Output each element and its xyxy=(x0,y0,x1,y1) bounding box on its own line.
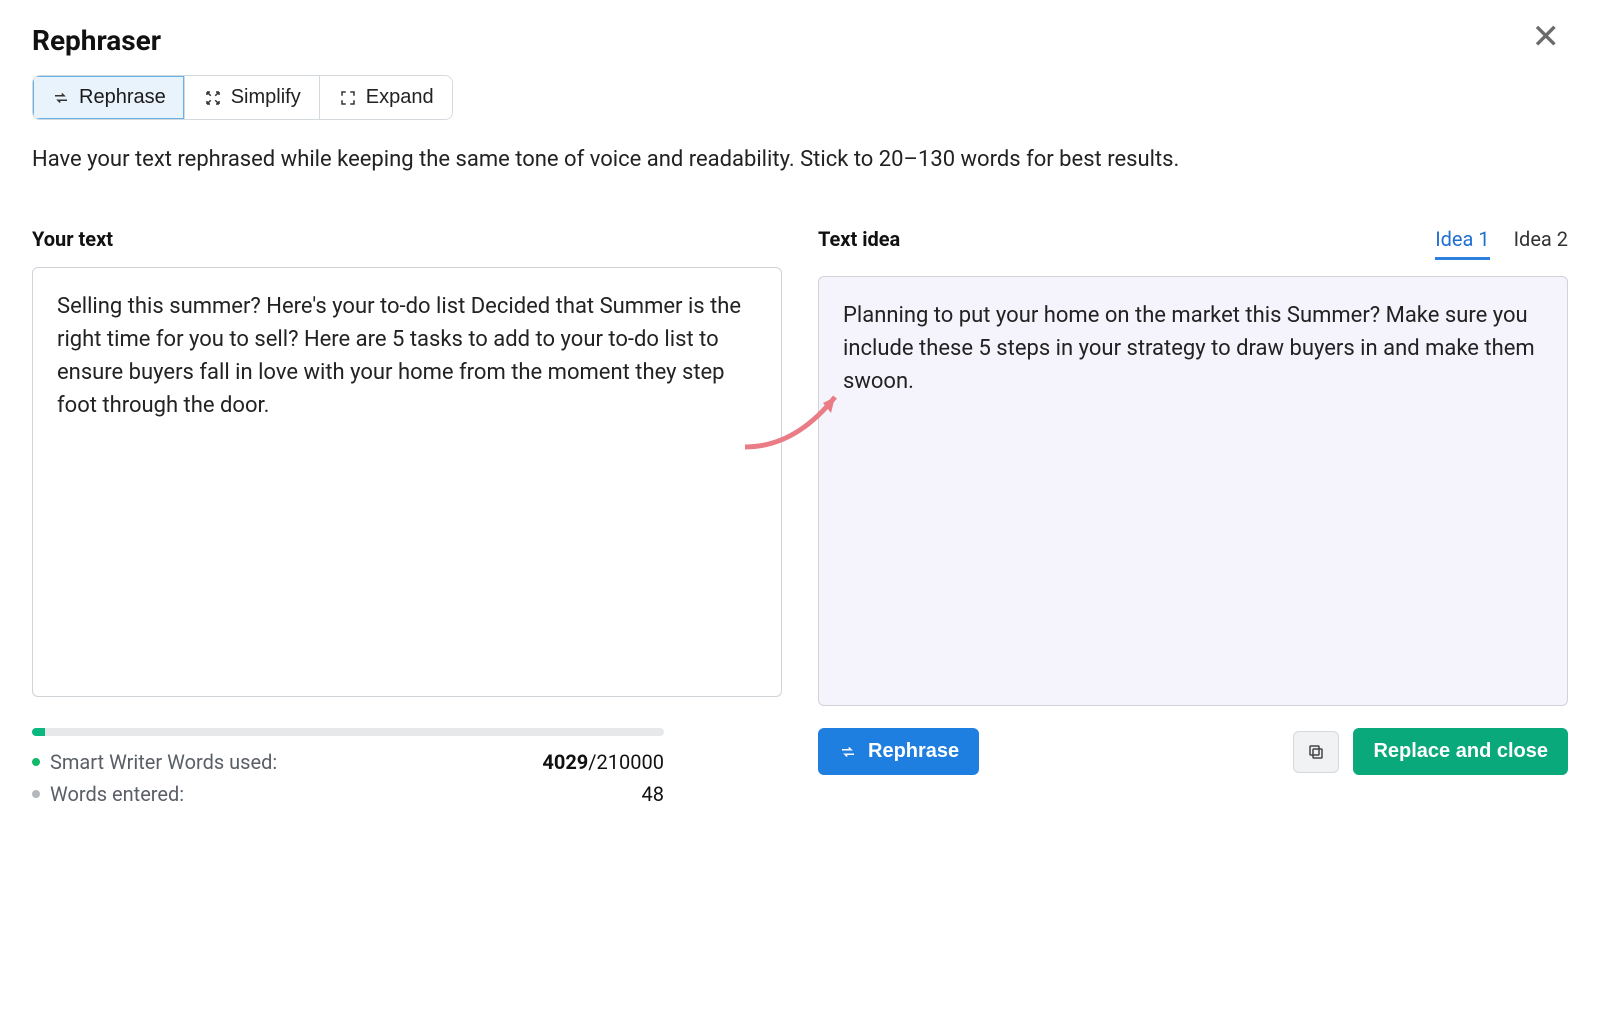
words-entered-value: 48 xyxy=(642,782,664,806)
text-idea-label: Text idea xyxy=(818,227,900,251)
close-icon[interactable]: ✕ xyxy=(1532,20,1561,54)
mode-tabs: Rephrase Simplify Expand xyxy=(32,75,453,120)
copy-button[interactable] xyxy=(1293,731,1339,773)
source-textarea[interactable]: Selling this summer? Here's your to-do l… xyxy=(32,267,782,697)
smart-words-value: 4029/210000 xyxy=(542,750,664,774)
smart-words-label: Smart Writer Words used: xyxy=(50,750,532,774)
expand-icon xyxy=(338,88,358,108)
usage-meters: Smart Writer Words used: 4029/210000 Wor… xyxy=(32,728,782,806)
idea-tabs: Idea 1 Idea 2 xyxy=(1435,227,1568,260)
copy-icon xyxy=(1306,742,1326,762)
button-label: Replace and close xyxy=(1373,740,1548,763)
idea-output: Planning to put your home on the market … xyxy=(818,276,1568,706)
button-label: Rephrase xyxy=(868,740,959,763)
usage-progress xyxy=(32,728,664,736)
description-text: Have your text rephrased while keeping t… xyxy=(32,142,1292,177)
replace-and-close-button[interactable]: Replace and close xyxy=(1353,728,1568,775)
words-entered-label: Words entered: xyxy=(50,782,632,806)
usage-progress-fill xyxy=(32,728,45,736)
page-title: Rephraser xyxy=(32,24,161,57)
idea-tab-1[interactable]: Idea 1 xyxy=(1435,227,1489,260)
tab-label: Simplify xyxy=(231,86,301,109)
rephrase-icon xyxy=(51,88,71,108)
dot-icon xyxy=(32,790,40,798)
rephrase-icon xyxy=(838,742,858,762)
tab-label: Expand xyxy=(366,86,434,109)
tab-label: Rephrase xyxy=(79,86,166,109)
rephrase-button[interactable]: Rephrase xyxy=(818,728,979,775)
idea-tab-2[interactable]: Idea 2 xyxy=(1514,227,1568,260)
dot-icon xyxy=(32,758,40,766)
tab-expand[interactable]: Expand xyxy=(319,76,452,119)
your-text-label: Your text xyxy=(32,227,113,251)
tab-rephrase[interactable]: Rephrase xyxy=(33,76,184,119)
simplify-icon xyxy=(203,88,223,108)
tab-simplify[interactable]: Simplify xyxy=(184,76,319,119)
